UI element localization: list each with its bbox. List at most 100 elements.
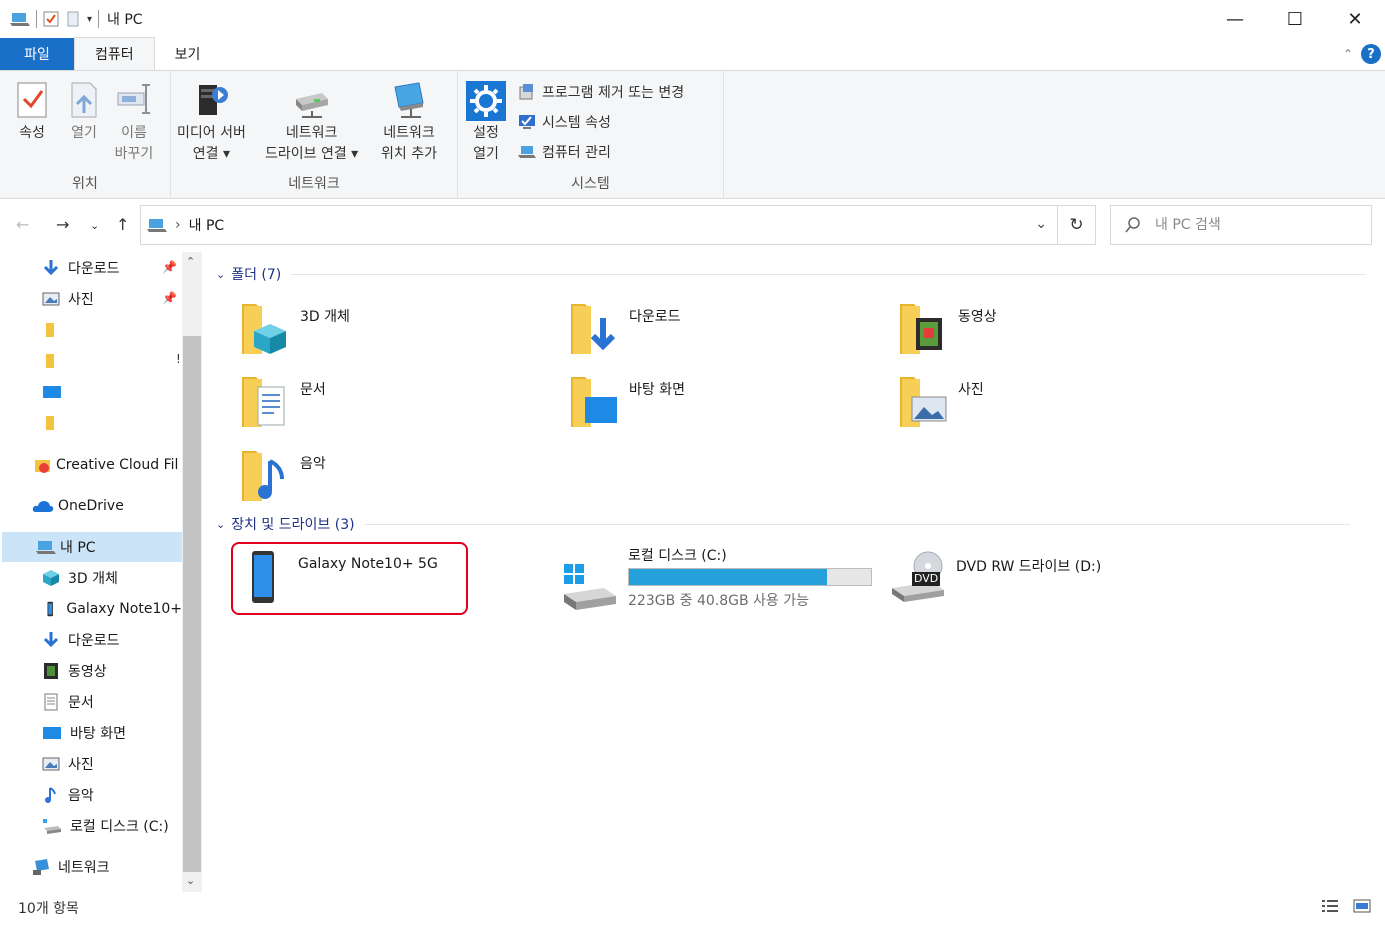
pin-icon[interactable]: 📌 (162, 260, 177, 274)
refresh-button[interactable]: ↻ (1058, 205, 1096, 245)
nav-item-label: 문서 (68, 695, 94, 711)
close-button[interactable]: ✕ (1325, 0, 1385, 38)
ribbon: 속성 열기 이름 바꾸기 위치 미디어 서버 연결 ▾ 네트워크 드라이브 연결… (0, 71, 1385, 199)
folders-section-header[interactable]: ⌄ 폴더 (7) (216, 264, 1367, 284)
folder-3d-objects[interactable]: 3D 개체 (240, 300, 350, 356)
pin-icon[interactable]: 📌 (162, 291, 177, 305)
help-icon[interactable]: ? (1361, 44, 1381, 64)
nav-item-pinned-folder[interactable] (44, 408, 64, 438)
recent-locations-chevron-icon[interactable]: ⌄ (90, 219, 99, 232)
minimize-button[interactable]: — (1205, 0, 1265, 38)
title-bar: ▾ 내 PC — ☐ ✕ (0, 0, 1385, 38)
media-server-icon (199, 85, 229, 115)
nav-item-documents[interactable]: 문서 (42, 687, 182, 717)
nav-item-pinned-folder[interactable] (44, 346, 64, 376)
media-server-button[interactable]: 미디어 서버 연결 ▾ (177, 79, 246, 165)
up-arrow-icon[interactable]: ↑ (116, 215, 129, 234)
map-network-drive-button[interactable]: 네트워크 드라이브 연결 ▾ (265, 79, 358, 165)
search-box[interactable] (1110, 205, 1372, 245)
computer-management-icon (518, 146, 536, 158)
address-bar[interactable]: › 내 PC ⌄ (140, 205, 1058, 245)
add-network-location-button[interactable]: 네트워크 위치 추가 (381, 79, 437, 165)
nav-item-onedrive[interactable]: OneDrive (32, 491, 182, 521)
settings-label-1: 설정 (473, 125, 499, 141)
tab-computer[interactable]: 컴퓨터 (74, 37, 155, 70)
breadcrumb-separator: › (175, 217, 181, 233)
folder-videos[interactable]: 동영상 (898, 300, 997, 356)
search-icon (1125, 217, 1140, 233)
device-dvd-drive[interactable]: DVD DVD RW 드라이브 (D:) (890, 548, 1101, 604)
collapse-chevron-icon: ⌄ (216, 267, 226, 281)
folder-label: 다운로드 (629, 309, 681, 325)
nav-item-3d-objects[interactable]: 3D 개체 (42, 563, 182, 593)
local-disk-icon (564, 564, 616, 610)
devices-section-header[interactable]: ⌄ 장치 및 드라이브 (3) (216, 514, 1350, 534)
properties-icon[interactable] (43, 11, 59, 27)
properties-button[interactable]: 속성 (12, 79, 52, 144)
tab-view[interactable]: 보기 (155, 38, 221, 70)
details-view-icon[interactable] (1321, 898, 1339, 914)
creative-cloud-icon (35, 460, 50, 473)
new-folder-icon[interactable] (65, 11, 81, 27)
onedrive-cloud-icon (32, 501, 54, 512)
ribbon-group-system: 설정 열기 프로그램 제거 또는 변경 시스템 속성 컴퓨터 관리 시스템 (458, 71, 724, 199)
folder-desktop[interactable]: 바탕 화면 (569, 373, 685, 429)
scroll-down-chevron-icon[interactable]: ⌄ (186, 874, 195, 887)
rename-label-2: 바꾸기 (114, 146, 154, 162)
rename-button[interactable]: 이름 바꾸기 (114, 79, 154, 165)
this-pc-icon (10, 13, 30, 26)
nav-item-this-pc[interactable]: 내 PC (2, 532, 182, 562)
navigation-bar: ← → ⌄ ↑ › 내 PC ⌄ ↻ (0, 205, 1385, 245)
address-dropdown-chevron-icon[interactable]: ⌄ (1035, 216, 1047, 232)
search-input[interactable] (1155, 217, 1335, 233)
nav-item-creative-cloud[interactable]: Creative Cloud Fil (34, 450, 182, 480)
nav-item-music[interactable]: 음악 (42, 780, 182, 810)
nav-item-galaxy-note[interactable]: Galaxy Note10+ (42, 594, 182, 624)
system-properties-button[interactable]: 시스템 속성 (518, 112, 611, 132)
quick-access-toolbar: ▾ (0, 10, 100, 28)
computer-management-button[interactable]: 컴퓨터 관리 (518, 142, 611, 162)
customize-qat-chevron-icon[interactable]: ▾ (87, 14, 92, 25)
open-settings-button[interactable]: 설정 열기 (466, 79, 506, 165)
folder-documents[interactable]: 문서 (240, 373, 326, 429)
phone-icon (47, 601, 53, 617)
system-properties-label: 시스템 속성 (542, 115, 611, 131)
3d-cube-icon (43, 570, 59, 586)
scroll-up-chevron-icon[interactable]: ⌃ (186, 255, 195, 268)
uninstall-program-button[interactable]: 프로그램 제거 또는 변경 (518, 82, 684, 102)
nav-item-downloads[interactable]: 다운로드 (42, 625, 182, 655)
nav-item-pinned-desktop[interactable] (42, 377, 66, 407)
maximize-button[interactable]: ☐ (1265, 0, 1325, 38)
nav-scrollbar-thumb[interactable] (183, 336, 201, 872)
add-location-label-1: 네트워크 (383, 125, 435, 141)
desktop-icon (43, 386, 61, 398)
folder-pictures[interactable]: 사진 (898, 373, 984, 429)
breadcrumb-this-pc[interactable]: 내 PC (189, 215, 225, 235)
map-drive-label-2: 드라이브 연결 ▾ (265, 146, 359, 162)
nav-item-pinned-folder[interactable] (44, 315, 64, 345)
back-arrow-icon[interactable]: ← (16, 215, 29, 234)
add-location-label-2: 위치 추가 (381, 146, 437, 162)
pictures-icon (42, 292, 60, 306)
collapse-ribbon-chevron-up-icon[interactable]: ⌃ (1343, 47, 1353, 61)
window-title: 내 PC (107, 12, 143, 28)
nav-item-desktop[interactable]: 바탕 화면 (42, 718, 182, 748)
folder-videos-icon (900, 304, 942, 354)
folder-label: 문서 (300, 382, 326, 398)
nav-item-videos[interactable]: 동영상 (42, 656, 182, 686)
nav-item-local-disk[interactable]: 로컬 디스크 (C:) (42, 811, 182, 841)
nav-item-quick-pictures[interactable]: 사진 (42, 284, 172, 314)
nav-item-network[interactable]: 네트워크 (32, 852, 182, 882)
nav-item-quick-downloads[interactable]: 다운로드 (42, 253, 172, 283)
system-properties-icon (519, 115, 535, 129)
folder-downloads[interactable]: 다운로드 (569, 300, 681, 356)
folder-music[interactable]: 음악 (240, 447, 326, 503)
this-pc-icon (147, 219, 167, 232)
forward-arrow-icon[interactable]: → (56, 215, 69, 234)
folder-pictures-icon (900, 377, 947, 427)
large-icons-view-icon[interactable] (1353, 898, 1371, 914)
nav-item-pictures[interactable]: 사진 (42, 749, 182, 779)
open-button[interactable]: 열기 (64, 79, 104, 144)
dvd-badge: DVD (912, 572, 941, 586)
tab-file[interactable]: 파일 (0, 38, 74, 70)
